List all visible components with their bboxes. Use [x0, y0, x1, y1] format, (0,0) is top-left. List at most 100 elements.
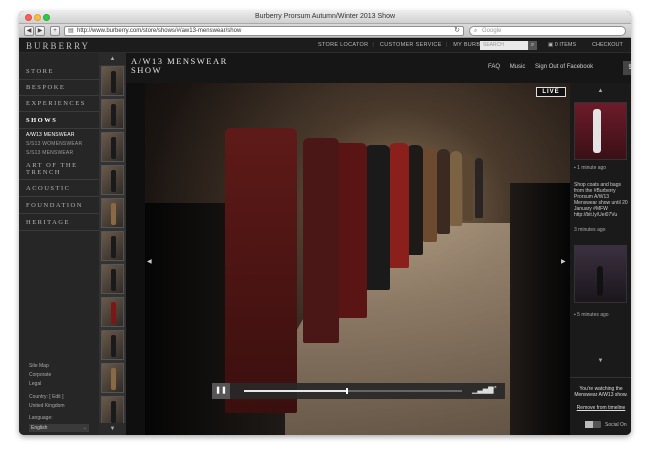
- timeline-time-text: 1 minute ago: [577, 165, 607, 171]
- model-figure: [111, 302, 116, 324]
- nav-foundation[interactable]: FOUNDATION: [19, 198, 99, 214]
- look-thumbnail[interactable]: [101, 363, 124, 393]
- runway-model: [463, 155, 473, 221]
- remove-from-timeline-link[interactable]: Remove from timeline: [574, 405, 628, 411]
- browser-toolbar: ◀ ▶ + ▤ http://www.burberry.com/store/sh…: [19, 24, 631, 38]
- site-search-input[interactable]: SEARCH: [480, 41, 528, 50]
- chevron-right-icon[interactable]: ▶: [561, 258, 566, 265]
- look-thumbnail[interactable]: [101, 99, 124, 129]
- nav-store[interactable]: STORE: [19, 64, 99, 80]
- look-thumbnail[interactable]: [101, 66, 124, 96]
- chevron-left-icon[interactable]: ◀: [147, 258, 152, 265]
- nav-bespoke[interactable]: BESPOKE: [19, 80, 99, 96]
- runway-model: [407, 145, 423, 255]
- model-figure: [111, 203, 116, 225]
- legal-link[interactable]: Legal: [29, 381, 41, 387]
- model-figure: [597, 266, 603, 296]
- model-figure: [111, 269, 116, 291]
- scroll-down-icon[interactable]: ▼: [99, 423, 126, 435]
- browser-search-placeholder: Google: [482, 28, 502, 34]
- faq-link[interactable]: FAQ: [488, 64, 500, 70]
- live-badge: LIVE: [536, 87, 566, 97]
- link-separator: |: [372, 42, 375, 48]
- window-title: Burberry Prorsum Autumn/Winter 2013 Show: [254, 13, 396, 20]
- checkout-link[interactable]: CHECKOUT: [592, 42, 623, 48]
- pause-icon[interactable]: ❚❚: [212, 383, 230, 399]
- nav-acoustic[interactable]: ACOUSTIC: [19, 181, 99, 197]
- look-thumbnail[interactable]: [101, 330, 124, 360]
- social-on-label: Social On: [605, 422, 627, 428]
- runway-model-lead: [225, 128, 297, 413]
- look-thumbnail[interactable]: [101, 264, 124, 294]
- model-figure: [111, 236, 116, 258]
- watching-notice: You're watching the Menswear A/W13 show.: [574, 386, 628, 398]
- chevron-down-icon: ⌄: [82, 425, 87, 431]
- timeline-down-icon[interactable]: ▼: [570, 355, 631, 367]
- reload-icon[interactable]: ↻: [454, 27, 460, 35]
- nav-sub-aw13-menswear[interactable]: A/W13 MENSWEAR: [26, 132, 75, 138]
- look-thumbnail[interactable]: [101, 297, 124, 327]
- nav-art-of-the-trench[interactable]: ART OF THE TRENCH: [19, 160, 99, 180]
- model-figure: [593, 109, 601, 153]
- site-map-link[interactable]: Site Map: [29, 363, 49, 369]
- progress-track[interactable]: [244, 388, 462, 394]
- progress-handle[interactable]: [346, 388, 349, 394]
- nav-sub-ss13-menswear[interactable]: S/S13 MENSWEAR: [26, 150, 73, 156]
- language-select[interactable]: English ⌄: [29, 424, 89, 432]
- model-figure: [111, 335, 116, 357]
- burberry-logo[interactable]: BURBERRY: [26, 41, 90, 51]
- timeline-up-icon[interactable]: ▲: [570, 85, 631, 97]
- browser-search-input[interactable]: ⌕ Google: [469, 26, 626, 36]
- model-figure: [111, 104, 116, 126]
- sign-out-facebook-link[interactable]: Sign Out of Facebook: [535, 64, 593, 70]
- music-link[interactable]: Music: [510, 64, 526, 70]
- search-icon: ⌕: [474, 28, 478, 34]
- url-bar[interactable]: ▤ http://www.burberry.com/store/shows/#/…: [64, 26, 464, 36]
- divider: [570, 377, 631, 378]
- bag-count: 0 ITEMS: [554, 42, 577, 48]
- audience-right: [510, 183, 570, 435]
- share-icon[interactable]: ⇪: [623, 61, 631, 75]
- timeline-image[interactable]: [574, 102, 627, 160]
- scroll-up-icon[interactable]: ▲: [99, 53, 126, 65]
- show-main-area: A/W13 MENSWEAR SHOW FAQ Music Sign Out o…: [126, 53, 631, 435]
- look-thumbnail[interactable]: [101, 132, 124, 162]
- look-thumbnail[interactable]: [101, 198, 124, 228]
- top-links: STORE LOCATOR | CUSTOMER SERVICE | MY BURB…: [318, 42, 501, 48]
- model-figure: [111, 368, 116, 390]
- runway-model: [450, 151, 462, 226]
- language-label: Language:: [29, 415, 53, 421]
- customer-service-link[interactable]: CUSTOMER SERVICE: [380, 42, 442, 48]
- nav-experiences[interactable]: EXPERIENCES: [19, 96, 99, 112]
- social-toggle[interactable]: [585, 421, 601, 428]
- live-video-stream[interactable]: LIVE ◀ ▶ ❚❚ ▁▃▅▇ ⤢: [145, 83, 570, 435]
- progress-fill: [244, 390, 347, 392]
- toggle-knob: [585, 421, 593, 428]
- runway-model: [365, 145, 390, 290]
- model-figure: [111, 137, 116, 159]
- runway-model: [475, 158, 483, 218]
- forward-arrow-icon[interactable]: ▶: [35, 26, 45, 36]
- corporate-link[interactable]: Corporate: [29, 372, 51, 378]
- look-thumbnail[interactable]: [101, 165, 124, 195]
- back-arrow-icon[interactable]: ◀: [24, 26, 34, 36]
- look-thumbnail[interactable]: [101, 231, 124, 261]
- country-edit-link[interactable]: Country: [ Edit ]: [29, 394, 63, 400]
- shopping-bag-link[interactable]: ▣ 0 ITEMS: [548, 42, 576, 48]
- model-figure: [111, 71, 116, 93]
- add-tab-icon[interactable]: +: [50, 26, 60, 36]
- nav-shows[interactable]: SHOWS: [19, 113, 99, 129]
- fullscreen-icon[interactable]: ⤢: [491, 386, 497, 394]
- video-player-controls: ❚❚ ▁▃▅▇ ⤢: [212, 383, 505, 399]
- search-icon[interactable]: ⌕: [528, 41, 537, 50]
- timeline-image[interactable]: [574, 245, 627, 303]
- url-text[interactable]: http://www.burberry.com/store/shows/#/aw…: [77, 27, 241, 35]
- site-header: BURBERRY STORE LOCATOR | CUSTOMER SERVICE…: [19, 39, 631, 53]
- store-locator-link[interactable]: STORE LOCATOR: [318, 42, 368, 48]
- nav-sub-ss13-womenswear[interactable]: S/S13 WOMENSWEAR: [26, 141, 82, 147]
- look-thumbnail[interactable]: [101, 396, 124, 426]
- site-icon: ▤: [68, 28, 74, 34]
- show-title-line2: SHOW: [131, 65, 163, 75]
- nav-heritage[interactable]: HERITAGE: [19, 215, 99, 231]
- timeline-time-text: 5 minutes ago: [577, 312, 609, 318]
